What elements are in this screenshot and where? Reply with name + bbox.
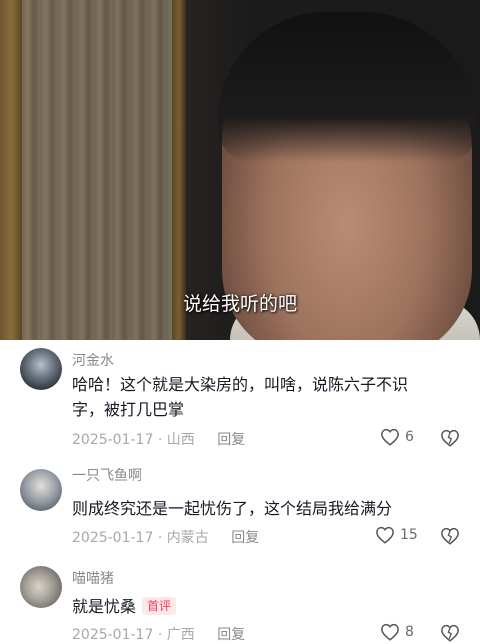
video-frame-hair [218,12,478,162]
like-count: 8 [405,624,414,640]
like-button[interactable]: 6 [380,428,414,446]
comment-item: 一只飞鱼啊 则成终究还是一起忧伤了，这个结局我给满分 2025-01-17 · … [0,460,480,560]
avatar[interactable] [20,566,62,608]
comment-text-line: 则成终究还是一起忧伤了，这个结局我给满分 [72,499,393,518]
heart-outline-icon [376,526,394,544]
comment-location-separator: · [157,530,167,546]
like-button[interactable]: 8 [380,623,414,641]
like-count: 15 [400,527,418,543]
comment-text-line: 哈哈！这个就是大染房的，叫啥，说陈六子不识 [72,375,409,394]
comment-meta: 2025-01-17 · 广西 回复 [72,624,245,644]
comment-date: 2025-01-17 [72,432,154,448]
reply-button[interactable]: 回复 [217,432,245,448]
comment-username[interactable]: 一只飞鱼啊 [72,465,142,485]
comment-text: 哈哈！这个就是大染房的，叫啥，说陈六子不识 字，被打几巴掌 [72,372,452,422]
comment-username[interactable]: 喵喵猪 [72,568,114,588]
comment-list: 河金水 哈哈！这个就是大染房的，叫啥，说陈六子不识 字，被打几巴掌 2025-0… [0,340,480,644]
reply-button[interactable]: 回复 [231,530,259,546]
avatar[interactable] [20,469,62,511]
heart-outline-icon [381,428,399,446]
comment-username[interactable]: 河金水 [72,350,114,370]
heart-outline-icon [381,623,399,641]
comment-text: 则成终究还是一起忧伤了，这个结局我给满分 [72,496,452,521]
broken-heart-icon[interactable] [440,527,460,545]
like-count: 6 [405,429,414,445]
comment-item: 喵喵猪 就是忧桑 首评 2025-01-17 · 广西 回复 8 [0,560,480,644]
comment-date: 2025-01-17 [72,530,154,546]
avatar[interactable] [20,348,62,390]
comment-item: 河金水 哈哈！这个就是大染房的，叫啥，说陈六子不识 字，被打几巴掌 2025-0… [0,340,480,460]
comment-meta: 2025-01-17 · 内蒙古 回复 [72,527,259,547]
comment-text-line: 字，被打几巴掌 [72,400,185,419]
comment-text: 就是忧桑 首评 [72,594,452,619]
comment-location: 山西 [166,432,195,448]
video-player[interactable]: 说给我听的吧 [0,0,480,340]
comment-location-separator: · [157,432,167,448]
broken-heart-icon[interactable] [440,429,460,447]
broken-heart-icon[interactable] [440,624,460,642]
comment-meta: 2025-01-17 · 山西 回复 [72,429,245,449]
comment-text-line: 就是忧桑 [72,597,137,616]
like-button[interactable]: 15 [375,526,418,544]
video-subtitle: 说给我听的吧 [182,293,297,315]
first-comment-badge: 首评 [142,597,177,615]
comment-location: 内蒙古 [166,530,209,546]
